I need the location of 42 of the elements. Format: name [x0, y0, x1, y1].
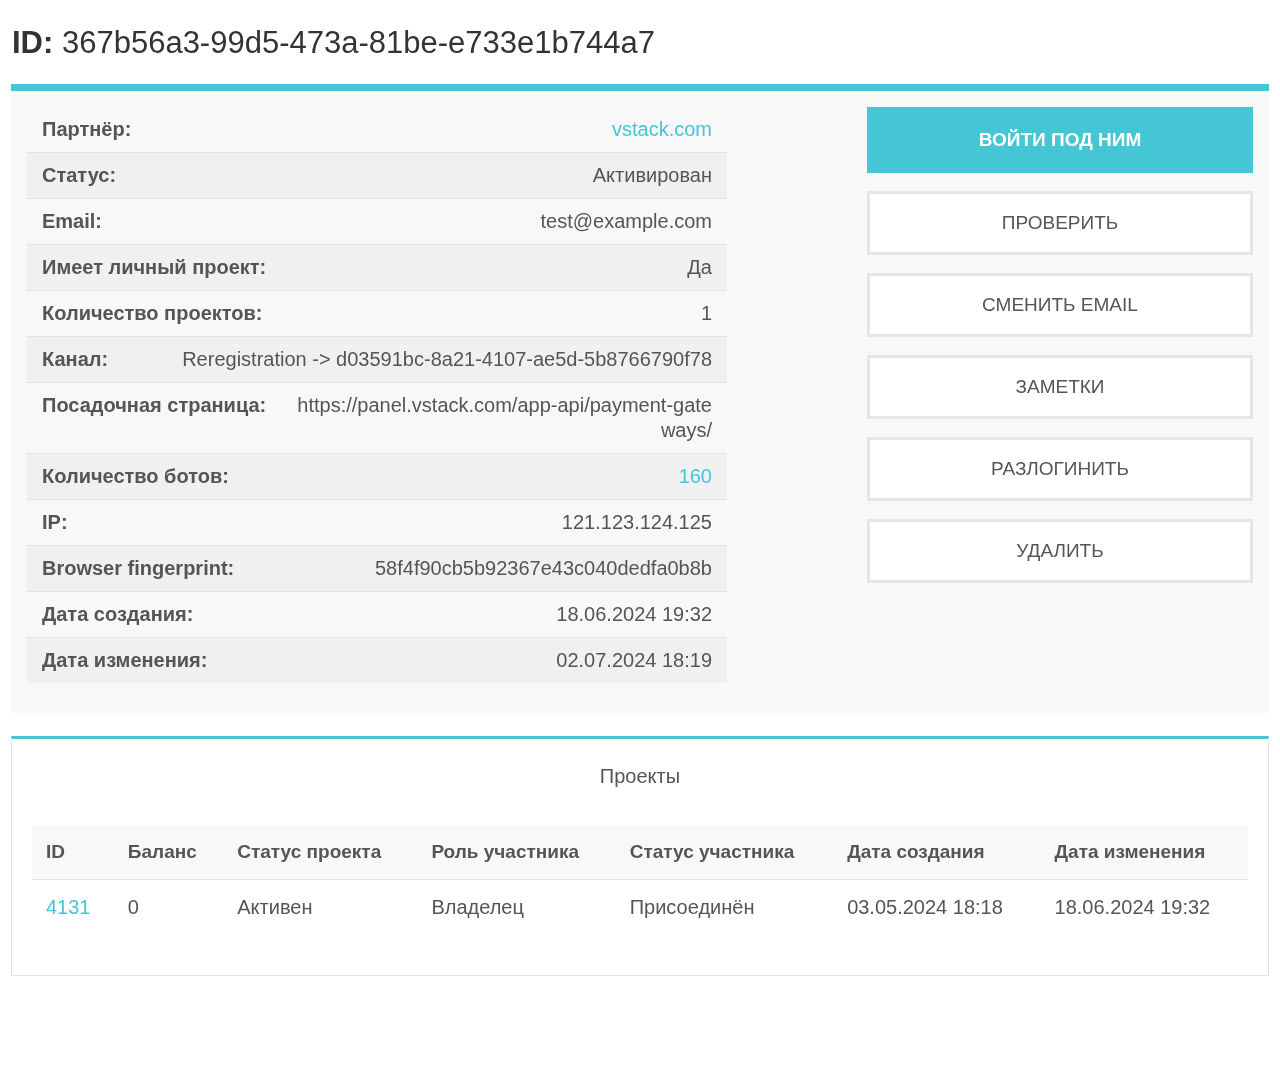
- detail-label: Посадочная страница:: [42, 393, 267, 418]
- detail-value: 1: [700, 301, 712, 326]
- column-header: Статус участника: [615, 825, 834, 880]
- detail-value: 121.123.124.125: [561, 510, 712, 535]
- action-button[interactable]: ПРОВЕРИТЬ: [867, 191, 1253, 255]
- detail-label: IP:: [42, 510, 68, 535]
- action-button[interactable]: РАЗЛОГИНИТЬ: [867, 437, 1253, 501]
- detail-value: 18.06.2024 19:32: [556, 602, 712, 627]
- detail-label: Дата создания:: [42, 602, 194, 627]
- detail-value: Да: [687, 255, 712, 280]
- detail-label: Дата изменения:: [42, 648, 208, 673]
- column-header: Роль участника: [417, 825, 616, 880]
- table-cell: Активен: [223, 879, 418, 935]
- detail-label: Имеет личный проект:: [42, 255, 267, 280]
- column-header: Дата изменения: [1040, 825, 1248, 880]
- table-cell: 18.06.2024 19:32: [1040, 879, 1248, 935]
- detail-value: Reregistration -> d03591bc-8a21-4107-ae5d-5b8766790f78: [182, 347, 712, 372]
- detail-label: Browser fingerprint:: [42, 556, 235, 581]
- column-header: ID: [32, 825, 114, 880]
- table-cell: 03.05.2024 18:18: [833, 879, 1041, 935]
- column-header: Дата создания: [833, 825, 1041, 880]
- detail-value: test@example.com: [540, 209, 712, 234]
- table-cell: 0: [113, 879, 224, 935]
- projects-title: Проекты: [598, 764, 682, 789]
- page-title: ID: 367b56a3-99d5-473a-81be-e733e1b744a7: [11, 24, 656, 62]
- detail-label: Email:: [42, 209, 103, 234]
- table-cell: Присоединён: [615, 879, 834, 935]
- detail-label: Канал:: [42, 347, 109, 372]
- detail-value: Активирован: [592, 163, 712, 188]
- column-header: Баланс: [113, 825, 224, 880]
- detail-label: Количество ботов:: [42, 464, 229, 489]
- action-button[interactable]: СМЕНИТЬ EMAIL: [867, 273, 1253, 337]
- detail-label: Партнёр:: [42, 117, 132, 142]
- detail-label: Статус:: [42, 163, 117, 188]
- detail-value: 02.07.2024 18:19: [556, 648, 712, 673]
- action-button[interactable]: УДАЛИТЬ: [867, 519, 1253, 583]
- action-button[interactable]: ЗАМЕТКИ: [867, 355, 1253, 419]
- detail-value: https://panel.vstack.com/app-api/payment-gateways/: [296, 393, 712, 443]
- detail-value: 58f4f90cb5b92367e43c040dedfa0b8b: [375, 556, 712, 581]
- column-header: Статус проекта: [223, 825, 418, 880]
- table-cell: Владелец: [417, 879, 616, 935]
- detail-label: Количество проектов:: [42, 301, 263, 326]
